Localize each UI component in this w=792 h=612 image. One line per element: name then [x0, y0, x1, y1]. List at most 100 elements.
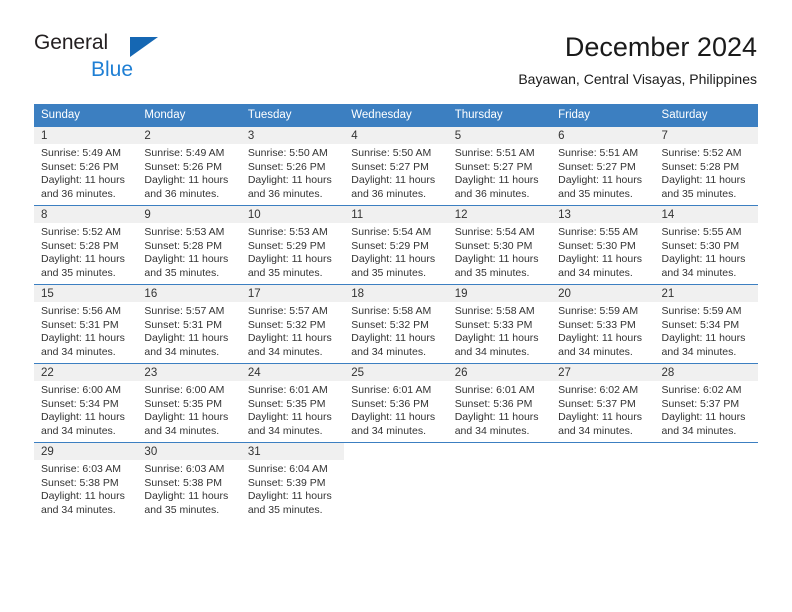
calendar-day-cell[interactable]: 20 Sunrise: 5:59 AM Sunset: 5:33 PM Dayligh… — [551, 284, 655, 364]
calendar-day-cell[interactable]: 12 Sunrise: 5:54 AM Sunset: 5:30 PM Dayligh… — [447, 205, 552, 285]
daylight-text-line2: and 36 minutes. — [351, 187, 426, 200]
day-detail-lines: Sunrise: 5:56 AM Sunset: 5:31 PM Daylight:… — [34, 302, 137, 359]
calendar-day-cell[interactable]: 9 Sunrise: 5:53 AM Sunset: 5:28 PM Daylight… — [137, 205, 241, 285]
daylight-text-line1: Daylight: 11 hours — [247, 174, 332, 187]
calendar-day-cell[interactable]: 4 Sunrise: 5:50 AM Sunset: 5:27 PM Daylight… — [344, 126, 448, 206]
calendar-day-cell[interactable]: 16 Sunrise: 5:57 AM Sunset: 5:31 PM Dayligh… — [137, 284, 241, 364]
daylight-text-line2: and 34 minutes. — [351, 424, 426, 437]
page-subtitle: Bayawan, Central Visayas, Philippines — [518, 71, 757, 87]
day-number: 20 — [551, 285, 655, 302]
day-number: 18 — [344, 285, 448, 302]
day-cell-inner: 26 Sunrise: 6:01 AM Sunset: 5:36 PM Dayligh… — [447, 364, 552, 442]
sunset-text: Sunset: 5:30 PM — [454, 239, 533, 252]
daylight-text-line2: and 36 minutes. — [454, 187, 530, 200]
sunset-text: Sunset: 5:27 PM — [558, 160, 636, 173]
sunset-text: Sunset: 5:28 PM — [144, 239, 223, 252]
day-cell-inner: 11 Sunrise: 5:54 AM Sunset: 5:29 PM Dayligh… — [344, 206, 448, 284]
calendar-day-cell[interactable]: 1 Sunrise: 5:49 AM Sunset: 5:26 PM Daylight… — [34, 126, 138, 206]
daylight-text-line1: Daylight: 11 hours — [454, 253, 539, 266]
day-number: 4 — [344, 127, 448, 144]
day-detail-lines: Sunrise: 5:54 AM Sunset: 5:29 PM Daylight:… — [344, 223, 447, 280]
general-blue-logo[interactable]: General Blue — [34, 32, 164, 80]
calendar-day-cell[interactable]: 8 Sunrise: 5:52 AM Sunset: 5:28 PM Daylight… — [34, 205, 138, 285]
daylight-text-line2: and 35 minutes. — [247, 503, 323, 516]
sunrise-text: Sunrise: 5:52 AM — [41, 226, 121, 238]
calendar-day-cell[interactable]: 10 Sunrise: 5:53 AM Sunset: 5:29 PM Dayligh… — [240, 205, 345, 285]
daylight-text-line1: Daylight: 11 hours — [558, 332, 642, 345]
daylight-text-line2: and 35 minutes. — [558, 187, 633, 200]
sunset-text: Sunset: 5:36 PM — [351, 397, 429, 410]
daylight-text-line1: Daylight: 11 hours — [247, 253, 332, 266]
calendar-day-cell[interactable]: 24 Sunrise: 6:01 AM Sunset: 5:35 PM Dayligh… — [240, 363, 345, 443]
calendar-day-cell[interactable]: 18 Sunrise: 5:58 AM Sunset: 5:32 PM Dayligh… — [344, 284, 448, 364]
daylight-text-line1: Daylight: 11 hours — [41, 253, 125, 266]
calendar-day-cell[interactable]: 15 Sunrise: 5:56 AM Sunset: 5:31 PM Dayligh… — [34, 284, 138, 364]
calendar-day-cell[interactable]: 14 Sunrise: 5:55 AM Sunset: 5:30 PM Dayligh… — [654, 205, 758, 285]
daylight-text-line2: and 36 minutes. — [41, 187, 116, 200]
daylight-text-line1: Daylight: 11 hours — [661, 253, 746, 266]
sunset-text: Sunset: 5:36 PM — [454, 397, 533, 410]
calendar-week-row: 29 Sunrise: 6:03 AM Sunset: 5:38 PM Dayligh… — [34, 442, 758, 521]
calendar-day-cell[interactable]: 19 Sunrise: 5:58 AM Sunset: 5:33 PM Dayligh… — [447, 284, 552, 364]
day-cell-inner: 24 Sunrise: 6:01 AM Sunset: 5:35 PM Dayligh… — [240, 364, 345, 442]
calendar-day-cell[interactable]: 28 Sunrise: 6:02 AM Sunset: 5:37 PM Dayligh… — [654, 363, 758, 443]
sunrise-text: Sunrise: 5:55 AM — [558, 226, 639, 238]
calendar-day-cell[interactable]: 27 Sunrise: 6:02 AM Sunset: 5:37 PM Dayligh… — [551, 363, 655, 443]
sunset-text: Sunset: 5:26 PM — [41, 160, 119, 173]
calendar-day-cell[interactable]: 11 Sunrise: 5:54 AM Sunset: 5:29 PM Dayligh… — [344, 205, 448, 285]
sunset-text: Sunset: 5:35 PM — [247, 397, 326, 410]
sunrise-text: Sunrise: 5:49 AM — [144, 147, 225, 159]
calendar-day-cell[interactable]: 26 Sunrise: 6:01 AM Sunset: 5:36 PM Dayligh… — [447, 363, 552, 443]
calendar-day-cell[interactable]: 31 Sunrise: 6:04 AM Sunset: 5:39 PM Dayligh… — [240, 442, 345, 521]
day-cell-inner: 25 Sunrise: 6:01 AM Sunset: 5:36 PM Dayligh… — [344, 364, 448, 442]
day-cell-inner: 19 Sunrise: 5:58 AM Sunset: 5:33 PM Dayligh… — [447, 285, 552, 363]
day-number: 6 — [551, 127, 655, 144]
day-number: 17 — [240, 285, 345, 302]
day-cell-inner: 12 Sunrise: 5:54 AM Sunset: 5:30 PM Dayligh… — [447, 206, 552, 284]
daylight-text-line2: and 35 minutes. — [41, 266, 116, 279]
day-number: 28 — [654, 364, 758, 381]
daylight-text-line2: and 35 minutes. — [144, 266, 220, 279]
day-number: 23 — [137, 364, 241, 381]
sunset-text: Sunset: 5:32 PM — [247, 318, 326, 331]
sunrise-text: Sunrise: 5:49 AM — [41, 147, 121, 159]
day-number: 11 — [344, 206, 448, 223]
calendar-week-row: 1 Sunrise: 5:49 AM Sunset: 5:26 PM Daylight… — [34, 126, 758, 206]
daylight-text-line1: Daylight: 11 hours — [144, 174, 229, 187]
day-cell-inner — [448, 443, 551, 521]
sunrise-text: Sunrise: 6:01 AM — [351, 384, 432, 396]
day-cell-inner: 27 Sunrise: 6:02 AM Sunset: 5:37 PM Dayligh… — [551, 364, 655, 442]
day-number: 7 — [654, 127, 758, 144]
day-number — [655, 443, 758, 460]
day-detail-lines: Sunrise: 6:00 AM Sunset: 5:35 PM Daylight:… — [137, 381, 240, 438]
calendar-day-cell[interactable]: 13 Sunrise: 5:55 AM Sunset: 5:30 PM Dayligh… — [551, 205, 655, 285]
day-number — [448, 443, 551, 460]
day-detail-lines: Sunrise: 5:55 AM Sunset: 5:30 PM Daylight:… — [551, 223, 654, 280]
day-detail-lines: Sunrise: 6:02 AM Sunset: 5:37 PM Daylight:… — [551, 381, 654, 438]
calendar-day-cell[interactable]: 5 Sunrise: 5:51 AM Sunset: 5:27 PM Daylight… — [447, 126, 552, 206]
daylight-text-line2: and 35 minutes. — [661, 187, 737, 200]
day-detail-lines: Sunrise: 5:58 AM Sunset: 5:32 PM Daylight:… — [344, 302, 447, 359]
calendar-day-cell[interactable]: 3 Sunrise: 5:50 AM Sunset: 5:26 PM Daylight… — [240, 126, 345, 206]
sunrise-text: Sunrise: 6:00 AM — [41, 384, 121, 396]
daylight-text-line2: and 35 minutes. — [144, 503, 220, 516]
calendar-day-cell[interactable]: 30 Sunrise: 6:03 AM Sunset: 5:38 PM Dayligh… — [137, 442, 241, 521]
calendar-day-cell[interactable]: 25 Sunrise: 6:01 AM Sunset: 5:36 PM Dayligh… — [344, 363, 448, 443]
calendar-day-cell[interactable]: 29 Sunrise: 6:03 AM Sunset: 5:38 PM Dayligh… — [34, 442, 138, 521]
calendar-day-cell[interactable]: 17 Sunrise: 5:57 AM Sunset: 5:32 PM Dayligh… — [240, 284, 345, 364]
sunset-text: Sunset: 5:29 PM — [247, 239, 326, 252]
day-detail-lines: Sunrise: 5:52 AM Sunset: 5:28 PM Daylight:… — [34, 223, 137, 280]
page-title: December 2024 — [564, 32, 757, 62]
day-cell-inner: 7 Sunrise: 5:52 AM Sunset: 5:28 PM Daylight… — [654, 127, 758, 205]
calendar-day-cell[interactable]: 6 Sunrise: 5:51 AM Sunset: 5:27 PM Daylight… — [551, 126, 655, 206]
calendar-day-cell[interactable]: 21 Sunrise: 5:59 AM Sunset: 5:34 PM Dayligh… — [654, 284, 758, 364]
calendar-day-cell[interactable]: 2 Sunrise: 5:49 AM Sunset: 5:26 PM Daylight… — [137, 126, 241, 206]
day-detail-lines — [344, 460, 447, 463]
calendar-day-cell[interactable]: 23 Sunrise: 6:00 AM Sunset: 5:35 PM Dayligh… — [137, 363, 241, 443]
sunset-text: Sunset: 5:29 PM — [351, 239, 429, 252]
calendar-day-cell[interactable]: 22 Sunrise: 6:00 AM Sunset: 5:34 PM Dayligh… — [34, 363, 138, 443]
sunset-text: Sunset: 5:38 PM — [41, 476, 119, 489]
calendar-day-cell[interactable]: 7 Sunrise: 5:52 AM Sunset: 5:28 PM Daylight… — [654, 126, 758, 206]
daylight-text-line1: Daylight: 11 hours — [558, 174, 642, 187]
daylight-text-line1: Daylight: 11 hours — [247, 411, 332, 424]
